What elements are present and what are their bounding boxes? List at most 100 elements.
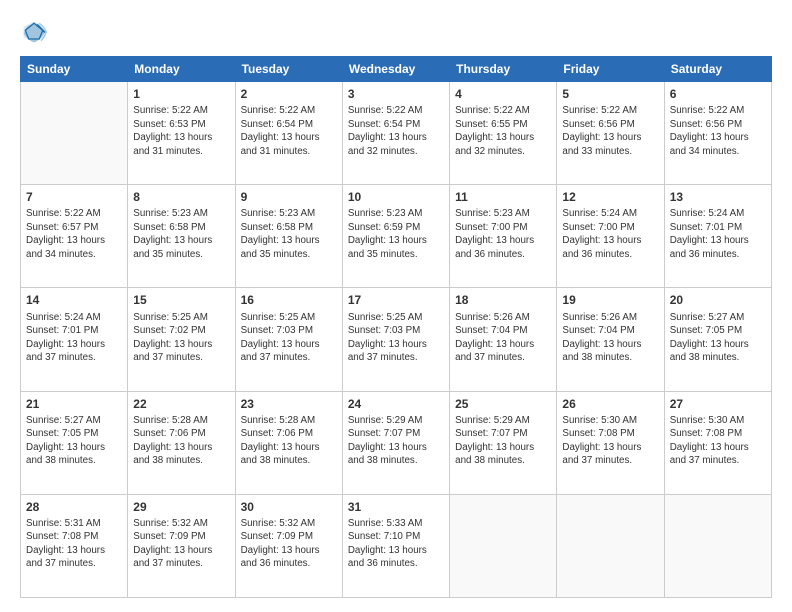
day-number: 4 xyxy=(455,86,551,102)
day-info: Sunrise: 5:32 AM Sunset: 7:09 PM Dayligh… xyxy=(133,517,229,571)
day-number: 21 xyxy=(26,396,122,412)
calendar-cell: 9 Sunrise: 5:23 AM Sunset: 6:58 PM Daylig… xyxy=(235,185,342,288)
calendar-cell: 26 Sunrise: 5:30 AM Sunset: 7:08 PM Dayli… xyxy=(557,391,664,494)
calendar-cell: 14 Sunrise: 5:24 AM Sunset: 7:01 PM Dayli… xyxy=(21,288,128,391)
weekday-header-wednesday: Wednesday xyxy=(342,57,449,82)
day-info: Sunrise: 5:25 AM Sunset: 7:03 PM Dayligh… xyxy=(348,311,444,365)
logo xyxy=(20,18,52,46)
weekday-header-monday: Monday xyxy=(128,57,235,82)
calendar-cell: 19Sunrise: 5:26 AM Sunset: 7:04 PM Dayli… xyxy=(557,288,664,391)
day-number: 8 xyxy=(133,189,229,205)
week-row-4: 21 Sunrise: 5:27 AM Sunset: 7:05 PM Dayli… xyxy=(21,391,772,494)
calendar-cell xyxy=(21,82,128,185)
calendar-cell xyxy=(664,494,771,597)
day-info: Sunrise: 5:22 AM Sunset: 6:56 PM Dayligh… xyxy=(562,104,658,158)
day-number: 19 xyxy=(562,292,658,308)
day-number: 3 xyxy=(348,86,444,102)
day-info: Sunrise: 5:23 AM Sunset: 7:00 PM Dayligh… xyxy=(455,207,551,261)
day-number: 16 xyxy=(241,292,337,308)
day-info: Sunrise: 5:30 AM Sunset: 7:08 PM Dayligh… xyxy=(562,414,658,468)
day-info: Sunrise: 5:27 AM Sunset: 7:05 PM Dayligh… xyxy=(26,414,122,468)
day-number: 20 xyxy=(670,292,766,308)
weekday-header-tuesday: Tuesday xyxy=(235,57,342,82)
week-row-3: 14 Sunrise: 5:24 AM Sunset: 7:01 PM Dayli… xyxy=(21,288,772,391)
day-number: 31 xyxy=(348,499,444,515)
week-row-1: 1 Sunrise: 5:22 AM Sunset: 6:53 PM Daylig… xyxy=(21,82,772,185)
calendar-cell xyxy=(557,494,664,597)
day-number: 26 xyxy=(562,396,658,412)
calendar-cell: 8 Sunrise: 5:23 AM Sunset: 6:58 PM Daylig… xyxy=(128,185,235,288)
day-number: 10 xyxy=(348,189,444,205)
calendar-cell: 31 Sunrise: 5:33 AM Sunset: 7:10 PM Dayli… xyxy=(342,494,449,597)
weekday-header-friday: Friday xyxy=(557,57,664,82)
day-info: Sunrise: 5:23 AM Sunset: 6:59 PM Dayligh… xyxy=(348,207,444,261)
day-info: Sunrise: 5:31 AM Sunset: 7:08 PM Dayligh… xyxy=(26,517,122,571)
day-info: Sunrise: 5:28 AM Sunset: 7:06 PM Dayligh… xyxy=(241,414,337,468)
day-number: 27 xyxy=(670,396,766,412)
calendar-cell: 6 Sunrise: 5:22 AM Sunset: 6:56 PM Daylig… xyxy=(664,82,771,185)
header xyxy=(20,18,772,46)
day-number: 25 xyxy=(455,396,551,412)
calendar-cell: 30 Sunrise: 5:32 AM Sunset: 7:09 PM Dayli… xyxy=(235,494,342,597)
day-number: 30 xyxy=(241,499,337,515)
calendar-cell: 12Sunrise: 5:24 AM Sunset: 7:00 PM Dayli… xyxy=(557,185,664,288)
calendar-cell: 1 Sunrise: 5:22 AM Sunset: 6:53 PM Daylig… xyxy=(128,82,235,185)
day-info: Sunrise: 5:25 AM Sunset: 7:02 PM Dayligh… xyxy=(133,311,229,365)
day-number: 2 xyxy=(241,86,337,102)
day-number: 7 xyxy=(26,189,122,205)
day-info: Sunrise: 5:22 AM Sunset: 6:57 PM Dayligh… xyxy=(26,207,122,261)
calendar-cell: 4Sunrise: 5:22 AM Sunset: 6:55 PM Daylig… xyxy=(450,82,557,185)
day-number: 18 xyxy=(455,292,551,308)
calendar-cell: 24 Sunrise: 5:29 AM Sunset: 7:07 PM Dayli… xyxy=(342,391,449,494)
calendar-cell: 28Sunrise: 5:31 AM Sunset: 7:08 PM Dayli… xyxy=(21,494,128,597)
day-number: 22 xyxy=(133,396,229,412)
day-number: 5 xyxy=(562,86,658,102)
day-info: Sunrise: 5:33 AM Sunset: 7:10 PM Dayligh… xyxy=(348,517,444,571)
weekday-header-saturday: Saturday xyxy=(664,57,771,82)
day-info: Sunrise: 5:27 AM Sunset: 7:05 PM Dayligh… xyxy=(670,311,766,365)
calendar-cell: 17 Sunrise: 5:25 AM Sunset: 7:03 PM Dayli… xyxy=(342,288,449,391)
day-info: Sunrise: 5:23 AM Sunset: 6:58 PM Dayligh… xyxy=(241,207,337,261)
day-number: 23 xyxy=(241,396,337,412)
week-row-5: 28Sunrise: 5:31 AM Sunset: 7:08 PM Dayli… xyxy=(21,494,772,597)
day-number: 14 xyxy=(26,292,122,308)
day-info: Sunrise: 5:23 AM Sunset: 6:58 PM Dayligh… xyxy=(133,207,229,261)
calendar-cell: 27Sunrise: 5:30 AM Sunset: 7:08 PM Dayli… xyxy=(664,391,771,494)
day-number: 13 xyxy=(670,189,766,205)
day-info: Sunrise: 5:25 AM Sunset: 7:03 PM Dayligh… xyxy=(241,311,337,365)
day-info: Sunrise: 5:24 AM Sunset: 7:01 PM Dayligh… xyxy=(670,207,766,261)
calendar-cell: 20 Sunrise: 5:27 AM Sunset: 7:05 PM Dayli… xyxy=(664,288,771,391)
day-info: Sunrise: 5:22 AM Sunset: 6:54 PM Dayligh… xyxy=(241,104,337,158)
day-info: Sunrise: 5:24 AM Sunset: 7:01 PM Dayligh… xyxy=(26,311,122,365)
calendar-cell: 7 Sunrise: 5:22 AM Sunset: 6:57 PM Daylig… xyxy=(21,185,128,288)
calendar-cell: 18 Sunrise: 5:26 AM Sunset: 7:04 PM Dayli… xyxy=(450,288,557,391)
calendar-cell: 3Sunrise: 5:22 AM Sunset: 6:54 PM Daylig… xyxy=(342,82,449,185)
calendar-cell: 25Sunrise: 5:29 AM Sunset: 7:07 PM Dayli… xyxy=(450,391,557,494)
day-number: 11 xyxy=(455,189,551,205)
day-number: 29 xyxy=(133,499,229,515)
day-number: 6 xyxy=(670,86,766,102)
day-info: Sunrise: 5:22 AM Sunset: 6:56 PM Dayligh… xyxy=(670,104,766,158)
calendar-cell: 29 Sunrise: 5:32 AM Sunset: 7:09 PM Dayli… xyxy=(128,494,235,597)
calendar-cell: 23 Sunrise: 5:28 AM Sunset: 7:06 PM Dayli… xyxy=(235,391,342,494)
day-info: Sunrise: 5:22 AM Sunset: 6:53 PM Dayligh… xyxy=(133,104,229,158)
calendar-cell: 15Sunrise: 5:25 AM Sunset: 7:02 PM Dayli… xyxy=(128,288,235,391)
week-row-2: 7 Sunrise: 5:22 AM Sunset: 6:57 PM Daylig… xyxy=(21,185,772,288)
day-number: 9 xyxy=(241,189,337,205)
day-number: 1 xyxy=(133,86,229,102)
day-number: 12 xyxy=(562,189,658,205)
day-number: 24 xyxy=(348,396,444,412)
calendar-cell: 5 Sunrise: 5:22 AM Sunset: 6:56 PM Daylig… xyxy=(557,82,664,185)
day-info: Sunrise: 5:32 AM Sunset: 7:09 PM Dayligh… xyxy=(241,517,337,571)
calendar-header-row: SundayMondayTuesdayWednesdayThursdayFrid… xyxy=(21,57,772,82)
calendar-cell: 22Sunrise: 5:28 AM Sunset: 7:06 PM Dayli… xyxy=(128,391,235,494)
calendar-cell: 10 Sunrise: 5:23 AM Sunset: 6:59 PM Dayli… xyxy=(342,185,449,288)
calendar-cell: 21 Sunrise: 5:27 AM Sunset: 7:05 PM Dayli… xyxy=(21,391,128,494)
day-info: Sunrise: 5:26 AM Sunset: 7:04 PM Dayligh… xyxy=(455,311,551,365)
calendar-cell: 2 Sunrise: 5:22 AM Sunset: 6:54 PM Daylig… xyxy=(235,82,342,185)
calendar-cell: 11 Sunrise: 5:23 AM Sunset: 7:00 PM Dayli… xyxy=(450,185,557,288)
weekday-header-thursday: Thursday xyxy=(450,57,557,82)
day-info: Sunrise: 5:29 AM Sunset: 7:07 PM Dayligh… xyxy=(348,414,444,468)
weekday-header-sunday: Sunday xyxy=(21,57,128,82)
day-number: 17 xyxy=(348,292,444,308)
